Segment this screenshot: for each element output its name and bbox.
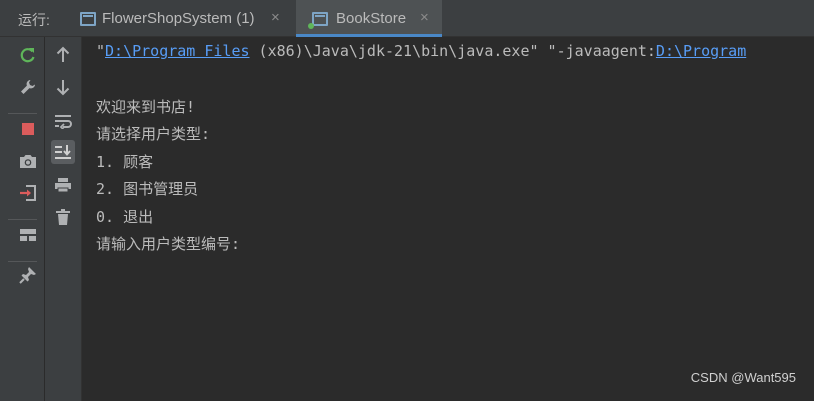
app-window-icon	[312, 12, 328, 26]
rerun-icon	[20, 48, 35, 63]
settings-button[interactable]	[16, 75, 40, 99]
soft-wrap-icon	[55, 115, 72, 129]
clear-all-button[interactable]	[51, 205, 75, 229]
tab-label: BookStore	[336, 10, 407, 27]
layout-icon	[20, 229, 36, 241]
app-window-icon	[80, 12, 96, 26]
run-label: 运行:	[18, 12, 50, 28]
output-line: 欢迎来到书店!	[96, 98, 196, 116]
print-button[interactable]	[51, 173, 75, 197]
quote: "	[96, 42, 106, 60]
output-line: 1. 顾客	[96, 153, 154, 171]
command-text: (x86)\Java\jdk-21\bin\java.exe" "-javaag…	[249, 42, 656, 60]
previous-occurrence-button[interactable]	[51, 43, 75, 67]
output-line: 0. 退出	[96, 208, 154, 226]
thread-dump-button[interactable]	[16, 149, 40, 173]
run-tool-window-header: 运行: FlowerShopSystem (1) × BookStore ×	[0, 0, 814, 37]
output-line: 2. 图书管理员	[96, 180, 199, 198]
wrench-icon	[21, 80, 35, 94]
close-icon[interactable]: ×	[420, 9, 429, 26]
scroll-to-end-icon	[55, 145, 71, 159]
running-indicator-icon	[308, 23, 314, 29]
print-icon	[55, 178, 71, 193]
tab-label: FlowerShopSystem (1)	[102, 10, 255, 27]
trash-icon	[56, 209, 70, 225]
console-actions-toolbar	[45, 37, 82, 401]
arrow-up-icon	[56, 46, 70, 62]
soft-wrap-button[interactable]	[51, 109, 75, 133]
stop-button[interactable]	[16, 117, 40, 141]
console-output[interactable]: "D:\Program Files (x86)\Java\jdk-21\bin\…	[82, 37, 814, 401]
layout-button[interactable]	[16, 223, 40, 247]
path-link[interactable]: D:\Program Files	[105, 42, 250, 60]
run-actions-toolbar	[0, 37, 45, 401]
tab-flowershopsystem[interactable]: FlowerShopSystem (1) ×	[68, 0, 294, 37]
watermark: CSDN @Want595	[690, 370, 796, 385]
path-link[interactable]: D:\Program	[656, 42, 746, 60]
command-line: "D:\Program Files (x86)\Java\jdk-21\bin\…	[96, 42, 746, 60]
scroll-to-end-button[interactable]	[51, 140, 75, 164]
camera-icon	[20, 155, 36, 168]
close-icon[interactable]: ×	[271, 9, 280, 26]
pin-tab-button[interactable]	[16, 263, 40, 287]
exit-icon	[20, 185, 36, 201]
pin-icon	[19, 267, 36, 284]
stop-icon	[22, 123, 34, 135]
arrow-down-icon	[56, 80, 70, 96]
output-line: 请选择用户类型:	[96, 125, 211, 143]
exit-button[interactable]	[16, 181, 40, 205]
rerun-button[interactable]	[16, 43, 40, 67]
next-occurrence-button[interactable]	[51, 75, 75, 99]
tab-bookstore[interactable]: BookStore ×	[296, 0, 442, 37]
output-line: 请输入用户类型编号:	[96, 235, 241, 253]
